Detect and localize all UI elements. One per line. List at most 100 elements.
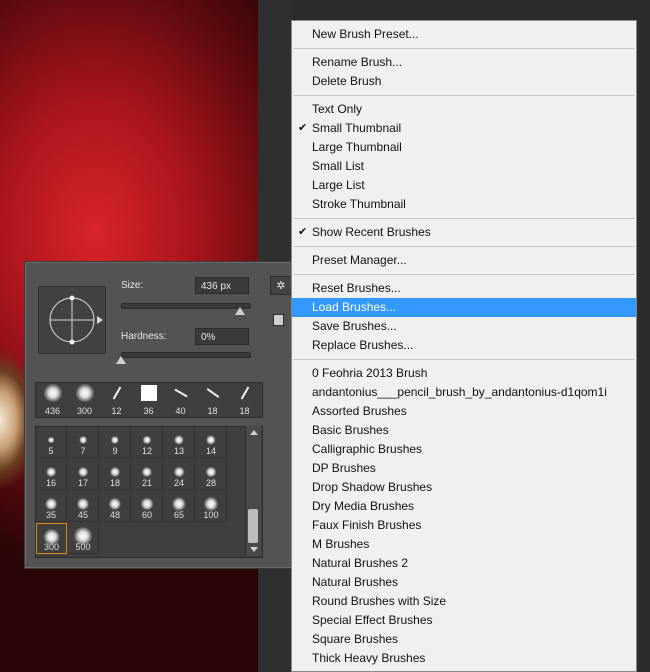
menu-item[interactable]: Round Brushes with Size xyxy=(292,592,636,611)
menu-item-label: Small Thumbnail xyxy=(312,121,402,135)
brush-angle-preview[interactable] xyxy=(38,286,106,354)
brush-preset-item[interactable]: 60 xyxy=(132,491,163,522)
menu-item-label: Delete Brush xyxy=(312,74,382,88)
brush-preset-item[interactable]: 65 xyxy=(164,491,195,522)
brush-preset-item[interactable]: 16 xyxy=(36,459,67,490)
menu-item[interactable]: andantonius___pencil_brush_by_andantoniu… xyxy=(292,383,636,402)
brush-preset-item[interactable]: 7 xyxy=(68,427,99,458)
brush-preset-item[interactable]: 9 xyxy=(100,427,131,458)
menu-item[interactable]: ✔ Small Thumbnail xyxy=(292,119,636,138)
brush-preset-item[interactable]: 100 xyxy=(196,491,227,522)
recent-brush-item[interactable]: 300 xyxy=(69,383,100,417)
menu-item-label: Calligraphic Brushes xyxy=(312,442,423,456)
brush-preset-item[interactable]: 13 xyxy=(164,427,195,458)
menu-item[interactable]: Preset Manager... xyxy=(292,251,636,270)
brush-tip-icon xyxy=(174,435,184,445)
menu-item[interactable]: Delete Brush xyxy=(292,72,636,91)
flip-arrow-icon[interactable] xyxy=(97,316,103,324)
brush-preset-item[interactable]: 300 xyxy=(36,523,67,554)
menu-item[interactable]: Special Effect Brushes xyxy=(292,611,636,630)
menu-item[interactable]: Wet Media Brushes xyxy=(292,668,636,671)
gear-icon[interactable]: ✲ xyxy=(270,276,292,295)
menu-item[interactable]: Natural Brushes xyxy=(292,573,636,592)
size-slider-track[interactable] xyxy=(121,303,251,309)
scroll-down-icon[interactable] xyxy=(250,547,258,552)
menu-item[interactable]: Reset Brushes... xyxy=(292,279,636,298)
menu-item-label: andantonius___pencil_brush_by_andantoniu… xyxy=(312,385,607,399)
menu-item-label: Basic Brushes xyxy=(312,423,389,437)
menu-item[interactable]: Save Brushes... xyxy=(292,317,636,336)
brush-preset-item[interactable]: 5 xyxy=(36,427,67,458)
hardness-slider-thumb[interactable] xyxy=(116,356,126,364)
brush-preset-item[interactable]: 35 xyxy=(36,491,67,522)
brush-preset-item[interactable]: 14 xyxy=(196,427,227,458)
brush-preset-item[interactable]: 21 xyxy=(132,459,163,490)
menu-item[interactable]: Load Brushes... xyxy=(292,298,636,317)
menu-item[interactable]: Stroke Thumbnail xyxy=(292,195,636,214)
menu-item[interactable]: Natural Brushes 2 xyxy=(292,554,636,573)
brush-preset-item[interactable]: 12 xyxy=(132,427,163,458)
recent-brush-item[interactable]: 12 xyxy=(101,383,132,417)
brush-tip-icon xyxy=(45,498,57,510)
brush-tip-icon xyxy=(78,467,88,477)
brush-stroke-icon xyxy=(206,388,219,398)
brush-preset-item[interactable]: 17 xyxy=(68,459,99,490)
menu-separator xyxy=(293,246,635,247)
brush-tip-icon xyxy=(141,466,153,478)
menu-item[interactable]: Dry Media Brushes xyxy=(292,497,636,516)
menu-item[interactable]: Rename Brush... xyxy=(292,53,636,72)
menu-item[interactable]: Text Only xyxy=(292,100,636,119)
recent-brush-item[interactable]: 36 xyxy=(133,383,164,417)
menu-item[interactable]: Assorted Brushes xyxy=(292,402,636,421)
menu-item-label: Save Brushes... xyxy=(312,319,397,333)
menu-separator xyxy=(293,359,635,360)
hardness-input[interactable]: 0% xyxy=(195,328,249,345)
scroll-up-icon[interactable] xyxy=(250,430,258,435)
menu-separator xyxy=(293,218,635,219)
brush-preset-item[interactable]: 28 xyxy=(196,459,227,490)
brush-size-label: 14 xyxy=(205,446,216,456)
new-preset-icon[interactable] xyxy=(273,314,284,326)
menu-item-label: Rename Brush... xyxy=(312,55,403,69)
menu-item[interactable]: Drop Shadow Brushes xyxy=(292,478,636,497)
checkmark-icon: ✔ xyxy=(298,122,308,134)
brush-preset-item[interactable]: 48 xyxy=(100,491,131,522)
recent-brush-item[interactable]: 18 xyxy=(197,383,228,417)
recent-brush-item[interactable]: 436 xyxy=(37,383,68,417)
grid-scrollbar[interactable] xyxy=(245,426,261,556)
menu-item[interactable]: Large Thumbnail xyxy=(292,138,636,157)
menu-item[interactable]: Square Brushes xyxy=(292,630,636,649)
menu-item[interactable]: New Brush Preset... xyxy=(292,25,636,44)
menu-item[interactable]: Large List xyxy=(292,176,636,195)
brush-size-label: 13 xyxy=(173,446,184,456)
brush-size-label: 300 xyxy=(76,406,93,416)
recent-brush-item[interactable]: 18 xyxy=(229,383,260,417)
brush-tip-icon xyxy=(140,497,154,511)
menu-item[interactable]: M Brushes xyxy=(292,535,636,554)
recent-brush-item[interactable]: 40 xyxy=(165,383,196,417)
menu-item-label: Drop Shadow Brushes xyxy=(312,480,433,494)
menu-item-label: Preset Manager... xyxy=(312,253,407,267)
brush-size-label: 45 xyxy=(77,510,88,520)
brush-preset-item[interactable]: 500 xyxy=(68,523,99,554)
menu-item[interactable]: ✔ Show Recent Brushes xyxy=(292,223,636,242)
size-input[interactable]: 436 px xyxy=(195,277,249,294)
menu-separator xyxy=(293,48,635,49)
scroll-thumb[interactable] xyxy=(248,509,258,543)
menu-item-label: Load Brushes... xyxy=(312,300,397,314)
brush-preset-item[interactable]: 24 xyxy=(164,459,195,490)
menu-item[interactable]: Faux Finish Brushes xyxy=(292,516,636,535)
menu-item[interactable]: DP Brushes xyxy=(292,459,636,478)
hardness-slider-track[interactable] xyxy=(121,352,251,358)
menu-item[interactable]: Replace Brushes... xyxy=(292,336,636,355)
menu-item[interactable]: Small List xyxy=(292,157,636,176)
menu-item-label: Text Only xyxy=(312,102,363,116)
menu-item-label: M Brushes xyxy=(312,537,370,551)
menu-item[interactable]: Basic Brushes xyxy=(292,421,636,440)
menu-item[interactable]: Thick Heavy Brushes xyxy=(292,649,636,668)
menu-item[interactable]: 0 Feohria 2013 Brush xyxy=(292,364,636,383)
size-slider-thumb[interactable] xyxy=(235,307,246,315)
brush-preset-item[interactable]: 45 xyxy=(68,491,99,522)
brush-preset-item[interactable]: 18 xyxy=(100,459,131,490)
menu-item[interactable]: Calligraphic Brushes xyxy=(292,440,636,459)
